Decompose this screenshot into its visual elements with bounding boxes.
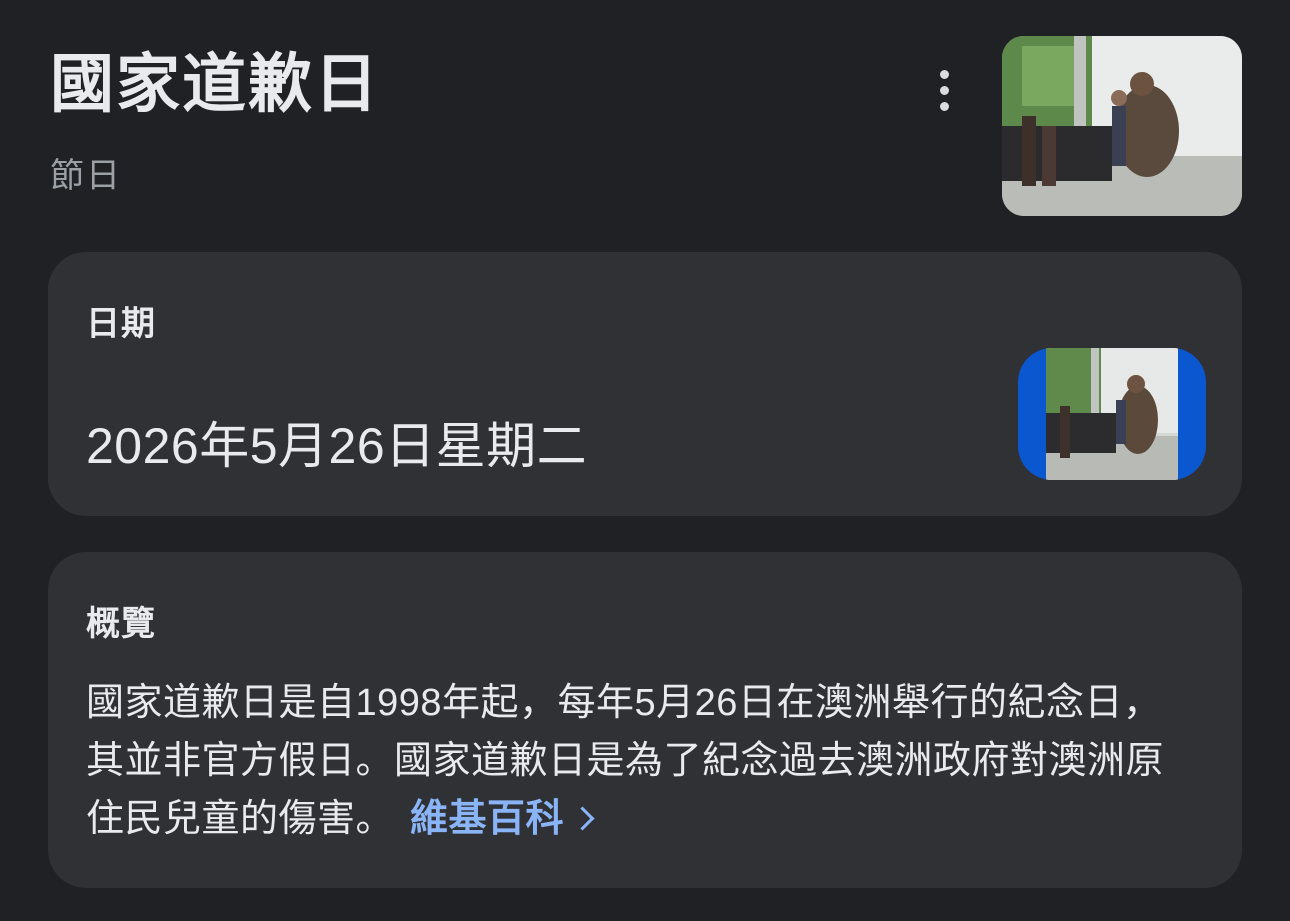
- chevron-right-icon: [570, 806, 595, 831]
- overview-text: 國家道歉日是自1998年起，每年5月26日在澳洲舉行的紀念日，其並非官方假日。國…: [86, 682, 1165, 840]
- date-heading: 日期: [86, 305, 156, 343]
- event-photo-thumbnail[interactable]: [1002, 36, 1242, 216]
- page-subtitle: 節日: [50, 157, 122, 195]
- overview-description: 國家道歉日是自1998年起，每年5月26日在澳洲舉行的紀念日，其並非官方假日。國…: [86, 674, 1196, 848]
- wikipedia-link[interactable]: 維基百科: [410, 798, 595, 840]
- overview-heading: 概覽: [86, 605, 156, 643]
- date-value: 2026年5月26日星期二: [86, 418, 588, 474]
- wikipedia-link-label: 維基百科: [410, 798, 565, 840]
- date-photo-thumbnail[interactable]: [1018, 348, 1206, 480]
- more-vert-icon: [939, 69, 949, 79]
- overview-card: 概覽 國家道歉日是自1998年起，每年5月26日在澳洲舉行的紀念日，其並非官方假…: [48, 552, 1242, 888]
- page-title: 國家道歉日: [50, 48, 380, 120]
- more-options-button[interactable]: [920, 60, 968, 120]
